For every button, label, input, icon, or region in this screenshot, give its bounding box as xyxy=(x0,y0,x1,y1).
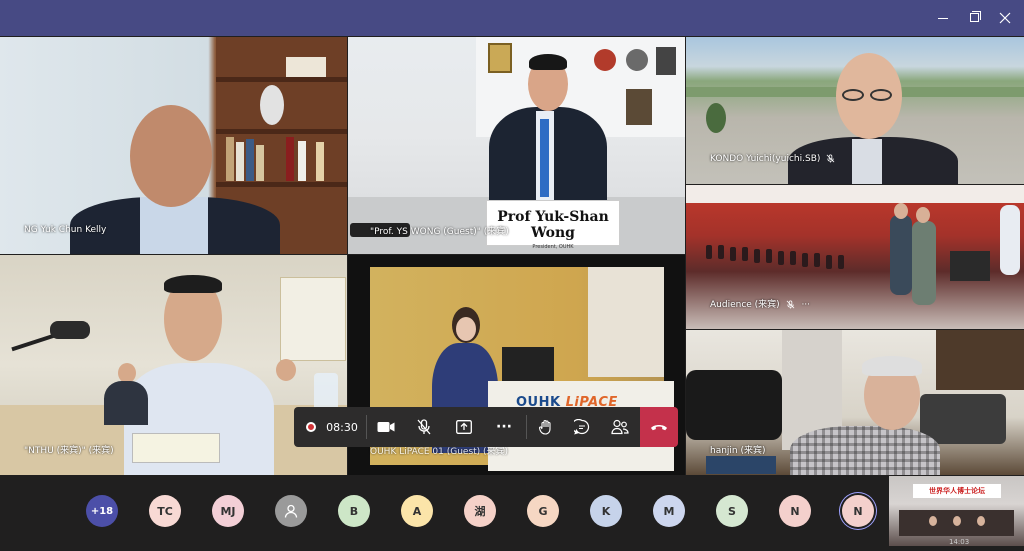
sofa xyxy=(686,370,782,440)
raise-hand-button[interactable] xyxy=(530,407,562,447)
share-button[interactable] xyxy=(448,407,480,447)
participant-avatar[interactable]: S xyxy=(716,495,748,527)
participant-strip: +18 TC MJ B A 湖 G K M S N N xyxy=(0,476,1024,551)
participant-name-label: "NTHU (来宾)" (来宾) xyxy=(24,446,114,456)
mic-off-icon xyxy=(417,419,431,435)
participant-name-label: NG Yuk Chun Kelly xyxy=(24,225,107,235)
hang-up-icon xyxy=(651,425,667,431)
chat-button[interactable] xyxy=(566,407,598,447)
desk-items xyxy=(706,456,776,474)
recording-timer: 08:30 xyxy=(302,407,362,447)
participant-name: KONDO Yuichi(yuichi.SB) xyxy=(710,154,821,164)
self-preview-banner: 世界华人博士论坛 xyxy=(913,484,1001,498)
participant-name-label: Audience (来宾) ··· xyxy=(710,297,810,310)
video-tile-hanjin[interactable]: hanjin (来宾) xyxy=(686,330,1024,475)
participant-name-label: KONDO Yuichi(yuichi.SB) xyxy=(710,154,835,164)
call-controls-toolbar: 08:30 ··· xyxy=(294,407,678,447)
restore-icon xyxy=(970,13,979,22)
participant-avatar[interactable]: MJ xyxy=(212,495,244,527)
hang-up-button[interactable] xyxy=(640,407,678,447)
video-tile-audience[interactable]: Audience (来宾) ··· xyxy=(686,185,1024,329)
participant-name: Audience (来宾) xyxy=(710,300,780,310)
video-tile-ng-yuk-chun-kelly[interactable]: NG Yuk Chun Kelly xyxy=(0,37,347,254)
self-preview[interactable]: 世界华人博士论坛 14:03 xyxy=(889,476,1024,546)
participant-avatar[interactable]: A xyxy=(401,495,433,527)
participant-avatar[interactable]: G xyxy=(527,495,559,527)
person-icon xyxy=(284,504,298,518)
nameplate-subtitle: President, OUHK xyxy=(532,244,574,250)
close-icon xyxy=(999,12,1011,24)
tile-more-options[interactable]: ··· xyxy=(801,300,810,310)
share-tray-icon xyxy=(456,420,472,434)
mic-off-icon xyxy=(786,300,794,309)
participant-name-label: hanjin (来宾) xyxy=(710,446,766,456)
video-tile-kondo-yuichi[interactable]: KONDO Yuichi(yuichi.SB) xyxy=(686,37,1024,184)
video-tile-prof-ys-wong[interactable]: Prof Yuk-Shan Wong President, OUHK "Prof… xyxy=(348,37,685,254)
maximize-button[interactable] xyxy=(965,8,985,28)
participant-name-label: "Prof. YS WONG (Guest)" (来宾) xyxy=(370,227,509,237)
microphone xyxy=(50,321,90,339)
close-button[interactable] xyxy=(995,8,1015,28)
camera-button[interactable] xyxy=(370,407,402,447)
participant-avatar[interactable]: 湖 xyxy=(464,495,496,527)
participant-avatar[interactable]: TC xyxy=(149,495,181,527)
participant-avatar-selected[interactable]: N xyxy=(842,495,874,527)
call-timer: 08:30 xyxy=(326,420,358,434)
chat-icon xyxy=(574,419,590,435)
minimize-icon xyxy=(938,18,948,19)
participant-avatar[interactable]: K xyxy=(590,495,622,527)
minimize-button[interactable] xyxy=(933,8,953,28)
mic-off-icon xyxy=(826,154,835,163)
participant-avatar[interactable]: M xyxy=(653,495,685,527)
name-card xyxy=(132,433,220,463)
title-bar xyxy=(0,0,1024,36)
teams-meeting-window: NG Yuk Chun Kelly Prof Yuk-Shan Wong Pre… xyxy=(0,0,1024,551)
self-preview-time: 14:03 xyxy=(949,538,970,546)
mic-button[interactable] xyxy=(408,407,440,447)
overflow-participants-count[interactable]: +18 xyxy=(86,495,118,527)
participants-button[interactable] xyxy=(604,407,636,447)
participant-avatar-generic[interactable] xyxy=(275,495,307,527)
camera-icon xyxy=(377,422,395,432)
nameplate: Prof Yuk-Shan Wong President, OUHK xyxy=(486,200,620,250)
recording-icon xyxy=(306,422,317,432)
people-icon xyxy=(611,419,629,435)
raise-hand-icon xyxy=(539,419,551,435)
more-actions-button[interactable]: ··· xyxy=(488,407,520,447)
participant-avatar[interactable]: N xyxy=(779,495,811,527)
participant-avatar[interactable]: B xyxy=(338,495,370,527)
